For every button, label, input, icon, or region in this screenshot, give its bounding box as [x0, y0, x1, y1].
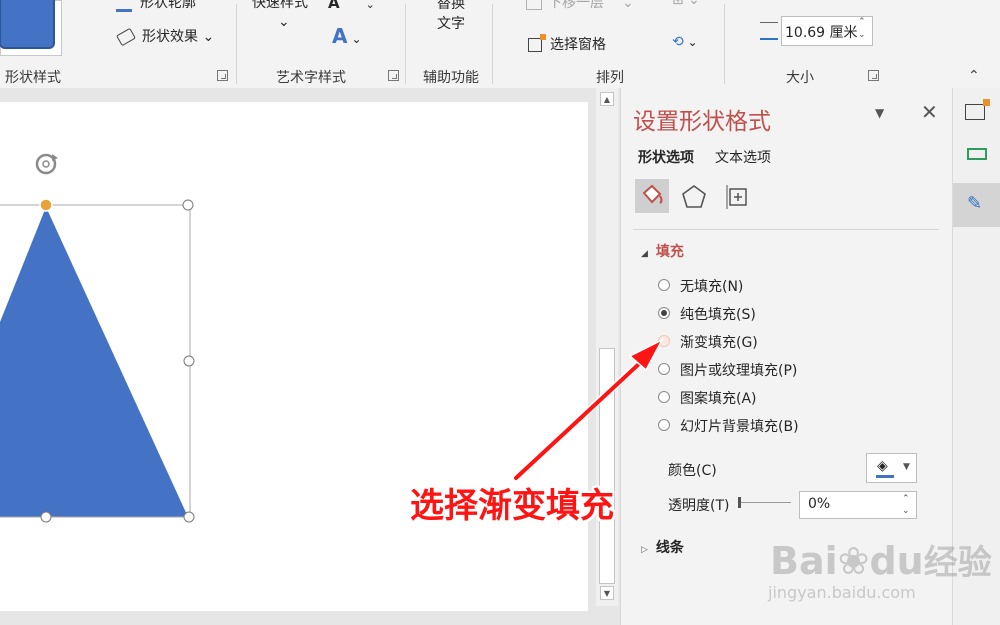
vertical-scrollbar[interactable]: ▲ ▼ [596, 88, 618, 606]
adjust-handle [39, 198, 53, 212]
selected-triangle-shape[interactable] [0, 102, 588, 611]
pane-options-chevron-icon[interactable]: ▼ [875, 106, 884, 120]
scroll-thumb[interactable] [599, 348, 615, 584]
fill-color-picker[interactable]: ◈ ▼ [866, 453, 917, 483]
tab-shape-options[interactable]: 形状选项 [638, 147, 694, 167]
send-backward-button[interactable]: 下移一层 ⌄ [526, 0, 634, 12]
radio-button[interactable] [658, 363, 670, 375]
chevron-down-icon: ▼ [903, 462, 910, 472]
text-effects-icon[interactable]: A ⌄ [332, 24, 362, 48]
resize-handle [182, 199, 194, 211]
align-icon[interactable] [967, 148, 987, 160]
callout-text: 选择渐变填充 [410, 486, 614, 526]
ribbon: 形状轮廓 形状效果 ⌄ 形状样式 快速样式 ⌄ A ⌄ A ⌄ 艺术字样式 替换 文… [0, 0, 1000, 89]
watermark-url: jingyan.baidu.com [768, 583, 916, 602]
dialog-launcher-icon[interactable] [217, 70, 228, 81]
selection-pane-icon [528, 34, 546, 52]
radio-button[interactable] [658, 279, 670, 291]
arrange-group-label: 排列 [596, 70, 624, 86]
chevron-down-icon: ⌄ [198, 29, 215, 45]
selection-pane-button[interactable]: 选择窗格 [528, 34, 606, 54]
chevron-down-icon[interactable]: ⌄ [278, 14, 290, 30]
dialog-launcher-icon[interactable] [868, 70, 879, 81]
pen-icon [116, 0, 132, 12]
shape-style-preview[interactable] [0, 0, 62, 56]
scroll-up-icon[interactable]: ▲ [600, 92, 614, 106]
effects-icon[interactable] [681, 184, 707, 210]
section-expand-icon: ▷ [641, 545, 648, 555]
eraser-icon [116, 27, 136, 47]
radio-button[interactable] [658, 419, 670, 431]
width-icon [760, 22, 778, 40]
group-icon[interactable]: ⊞ ⌄ [672, 0, 700, 8]
paint-bucket-icon: ◈ [877, 458, 888, 474]
tab-underline [633, 229, 939, 230]
collapse-ribbon-icon[interactable]: ⌃ [968, 68, 980, 84]
spinner-icon[interactable]: ⌃ ⌄ [902, 493, 910, 517]
text-fill-icon[interactable]: A ⌄ [328, 0, 375, 12]
accessibility-group-label: 辅助功能 [423, 70, 479, 86]
transparency-label: 透明度(T) [668, 498, 730, 514]
close-icon[interactable]: ✕ [921, 100, 938, 124]
send-backward-icon [526, 0, 542, 10]
radio-button[interactable] [658, 335, 670, 347]
fill-section-header[interactable]: ◢ 填充 [641, 241, 684, 261]
triangle-fill [0, 207, 188, 517]
section-collapse-icon: ◢ [641, 249, 648, 259]
size-group-label: 大小 [786, 70, 814, 86]
pane-title: 设置形状格式 [633, 109, 771, 135]
resize-handle [183, 511, 195, 523]
size-properties-icon[interactable] [725, 184, 751, 210]
rotate-handle-icon [35, 153, 58, 175]
color-label: 颜色(C) [668, 463, 717, 479]
shape-styles-group-label: 形状样式 [5, 70, 61, 86]
alt-text-button[interactable]: 替换 文字 [437, 0, 465, 34]
shape-outline-button[interactable]: 形状轮廓 [116, 0, 196, 12]
resize-handle [40, 511, 52, 523]
slide-canvas[interactable] [0, 102, 588, 611]
transparency-field[interactable]: 0% ⌃ ⌄ [799, 491, 917, 519]
scroll-down-icon[interactable]: ▼ [600, 586, 614, 600]
shape-effects-button[interactable]: 形状效果 ⌄ [116, 26, 215, 47]
rotate-icon[interactable]: ⟲ ⌄ [672, 34, 698, 50]
paw-icon: ❀ [837, 539, 870, 583]
fill-line-icon[interactable] [635, 179, 669, 213]
wordart-group-label: 艺术字样式 [276, 70, 346, 86]
baidu-watermark: Bai❀du经验 [770, 539, 992, 583]
transparency-slider[interactable] [738, 497, 791, 508]
radio-button[interactable] [658, 391, 670, 403]
quick-styles-button[interactable]: 快速样式 [252, 0, 308, 12]
slider-thumb[interactable] [738, 497, 741, 508]
selection-pane-toggle-icon[interactable] [965, 99, 990, 120]
radio-button-selected[interactable] [658, 307, 670, 319]
dialog-launcher-icon[interactable] [388, 70, 399, 81]
tab-text-options[interactable]: 文本选项 [715, 147, 771, 167]
width-spinner[interactable]: ⌃ ⌄ [858, 16, 866, 42]
resize-handle [183, 355, 195, 367]
format-shape-toggle-icon[interactable]: ✎ [953, 183, 1000, 227]
line-section-header[interactable]: ▷ 线条 [641, 537, 684, 557]
